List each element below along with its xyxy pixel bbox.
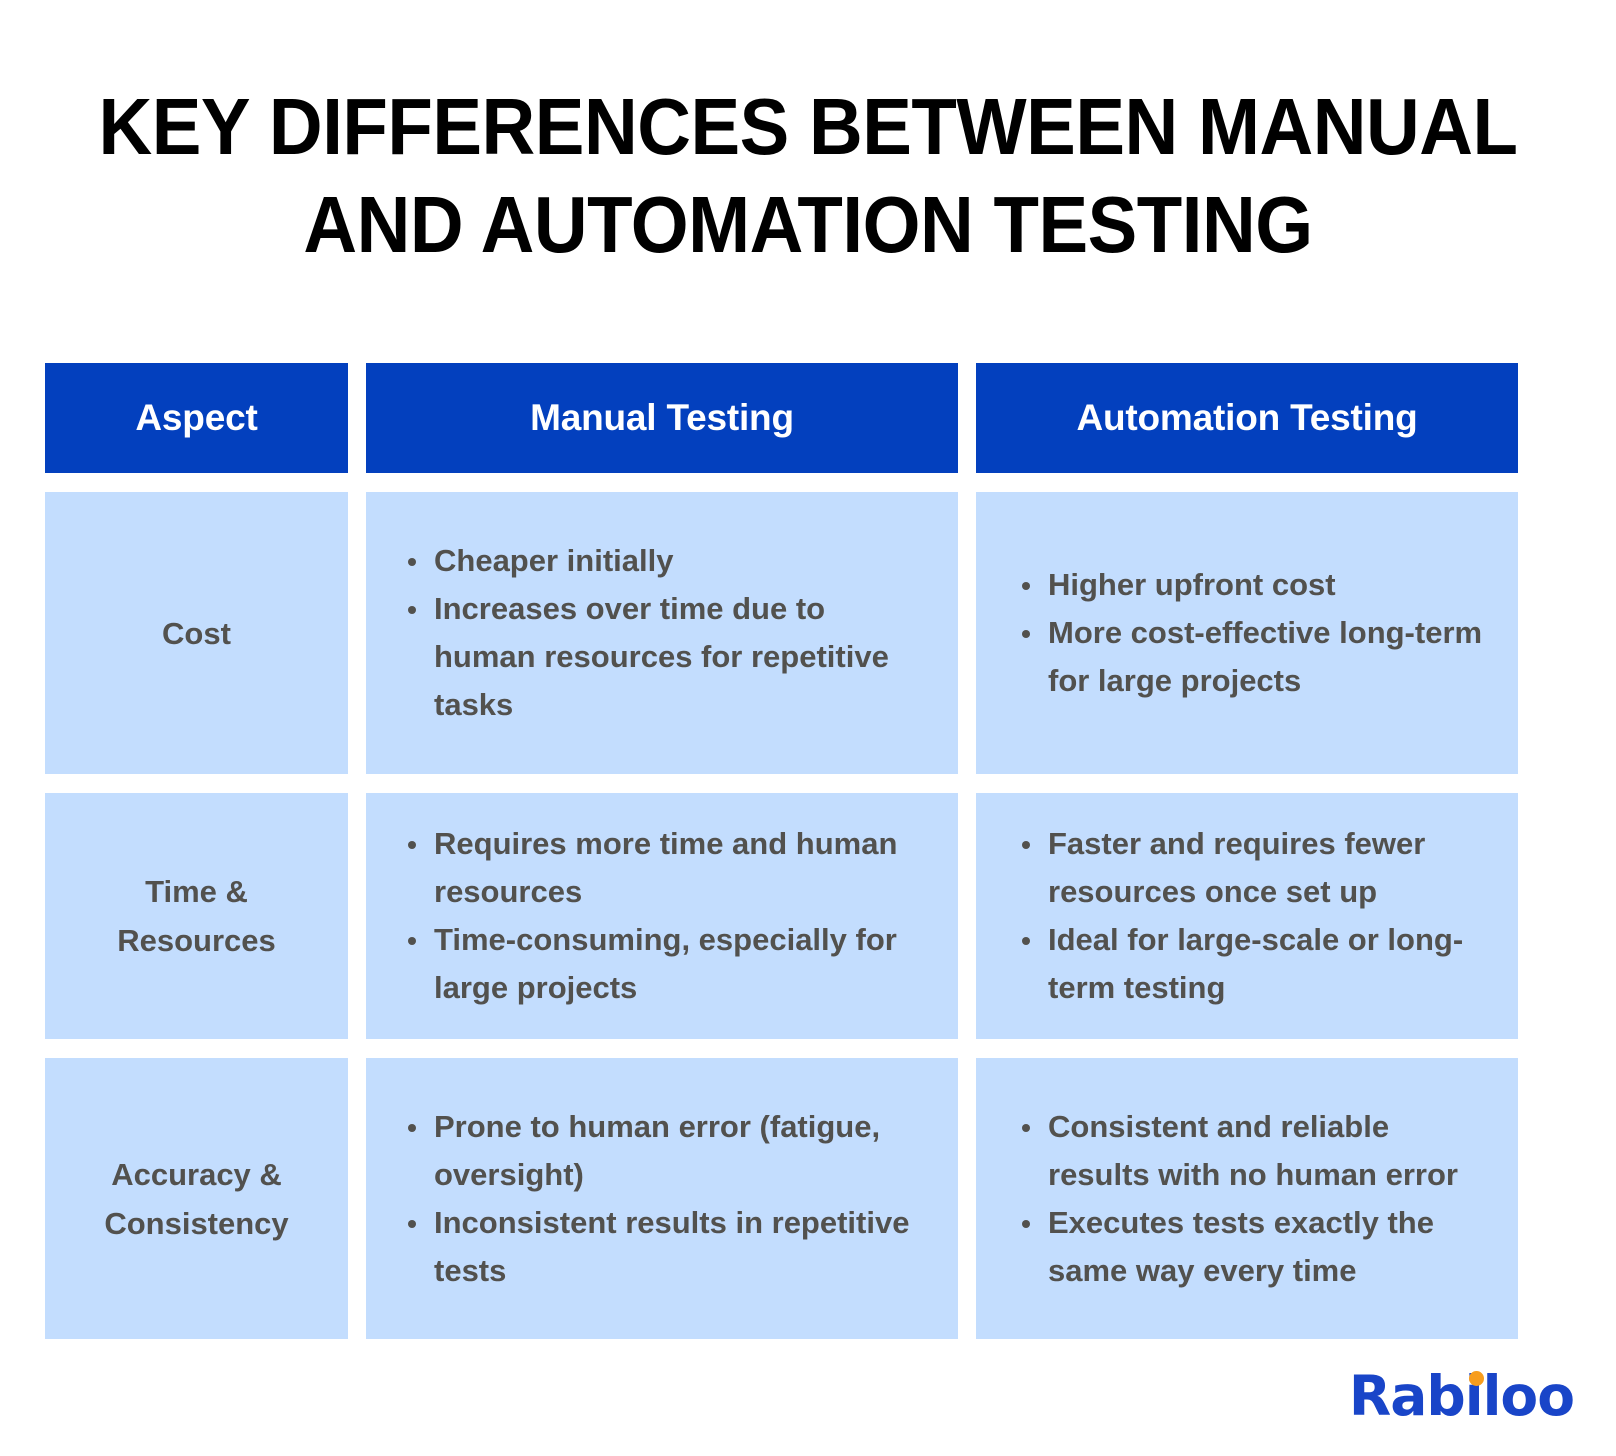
row-aspect-label: Accuracy & Consistency: [104, 1156, 289, 1241]
column-header-manual-testing: Manual Testing: [366, 363, 958, 473]
manual-bullet-list: Requires more time and human resources T…: [396, 820, 932, 1012]
rabiloo-logo: Rabiloo: [1348, 1364, 1575, 1428]
table-row: Cost Cheaper initially Increases over ti…: [45, 492, 1518, 774]
row-aspect-cell: Cost: [45, 492, 348, 774]
page-title: KEY DIFFERENCES BETWEEN MANUAL AND AUTOM…: [0, 78, 1616, 274]
logo-dot-icon: [1468, 1371, 1484, 1386]
row-manual-cell: Cheaper initially Increases over time du…: [366, 492, 958, 774]
page-title-line-2: AND AUTOMATION TESTING: [303, 180, 1313, 269]
column-header-automation-testing: Automation Testing: [976, 363, 1518, 473]
rabiloo-logo-wordmark: Rabiloo: [1348, 1364, 1575, 1428]
table-header-row: Aspect Manual Testing Automation Testing: [45, 363, 1518, 473]
row-manual-cell: Prone to human error (fatigue, oversight…: [366, 1058, 958, 1339]
column-header-manual-testing-label: Manual Testing: [530, 397, 794, 438]
list-item: Inconsistent results in repetitive tests: [396, 1199, 932, 1295]
list-item: Executes tests exactly the same way ever…: [1010, 1199, 1498, 1295]
table-row: Time & Resources Requires more time and …: [45, 793, 1518, 1039]
manual-bullet-list: Prone to human error (fatigue, oversight…: [396, 1103, 932, 1295]
table-row: Accuracy & Consistency Prone to human er…: [45, 1058, 1518, 1339]
column-header-automation-testing-label: Automation Testing: [1076, 397, 1418, 438]
column-header-aspect: Aspect: [45, 363, 348, 473]
list-item: Consistent and reliable results with no …: [1010, 1103, 1498, 1199]
list-item: Higher upfront cost: [1010, 561, 1498, 609]
row-aspect-cell: Time & Resources: [45, 793, 348, 1039]
list-item: Ideal for large-scale or long-term testi…: [1010, 916, 1498, 1012]
rabiloo-logo-text: Rabiloo: [1348, 1364, 1575, 1428]
page-title-line-1: KEY DIFFERENCES BETWEEN MANUAL: [98, 82, 1518, 171]
list-item: More cost-effective long-term for large …: [1010, 609, 1498, 705]
list-item: Time-consuming, especially for large pro…: [396, 916, 932, 1012]
row-aspect-label: Cost: [162, 615, 231, 651]
row-automation-cell: Higher upfront cost More cost-effective …: [976, 492, 1518, 774]
list-item: Requires more time and human resources: [396, 820, 932, 916]
row-manual-cell: Requires more time and human resources T…: [366, 793, 958, 1039]
automation-bullet-list: Faster and requires fewer resources once…: [1010, 820, 1498, 1012]
list-item: Increases over time due to human resourc…: [396, 585, 932, 729]
row-automation-cell: Consistent and reliable results with no …: [976, 1058, 1518, 1339]
list-item: Faster and requires fewer resources once…: [1010, 820, 1498, 916]
automation-bullet-list: Consistent and reliable results with no …: [1010, 1103, 1498, 1295]
automation-bullet-list: Higher upfront cost More cost-effective …: [1010, 561, 1498, 705]
row-aspect-cell: Accuracy & Consistency: [45, 1058, 348, 1339]
row-aspect-label: Time & Resources: [117, 874, 276, 958]
manual-bullet-list: Cheaper initially Increases over time du…: [396, 537, 932, 729]
comparison-table: Aspect Manual Testing Automation Testing…: [45, 363, 1518, 1339]
list-item: Prone to human error (fatigue, oversight…: [396, 1103, 932, 1199]
column-header-aspect-label: Aspect: [135, 397, 258, 438]
row-automation-cell: Faster and requires fewer resources once…: [976, 793, 1518, 1039]
list-item: Cheaper initially: [396, 537, 932, 585]
